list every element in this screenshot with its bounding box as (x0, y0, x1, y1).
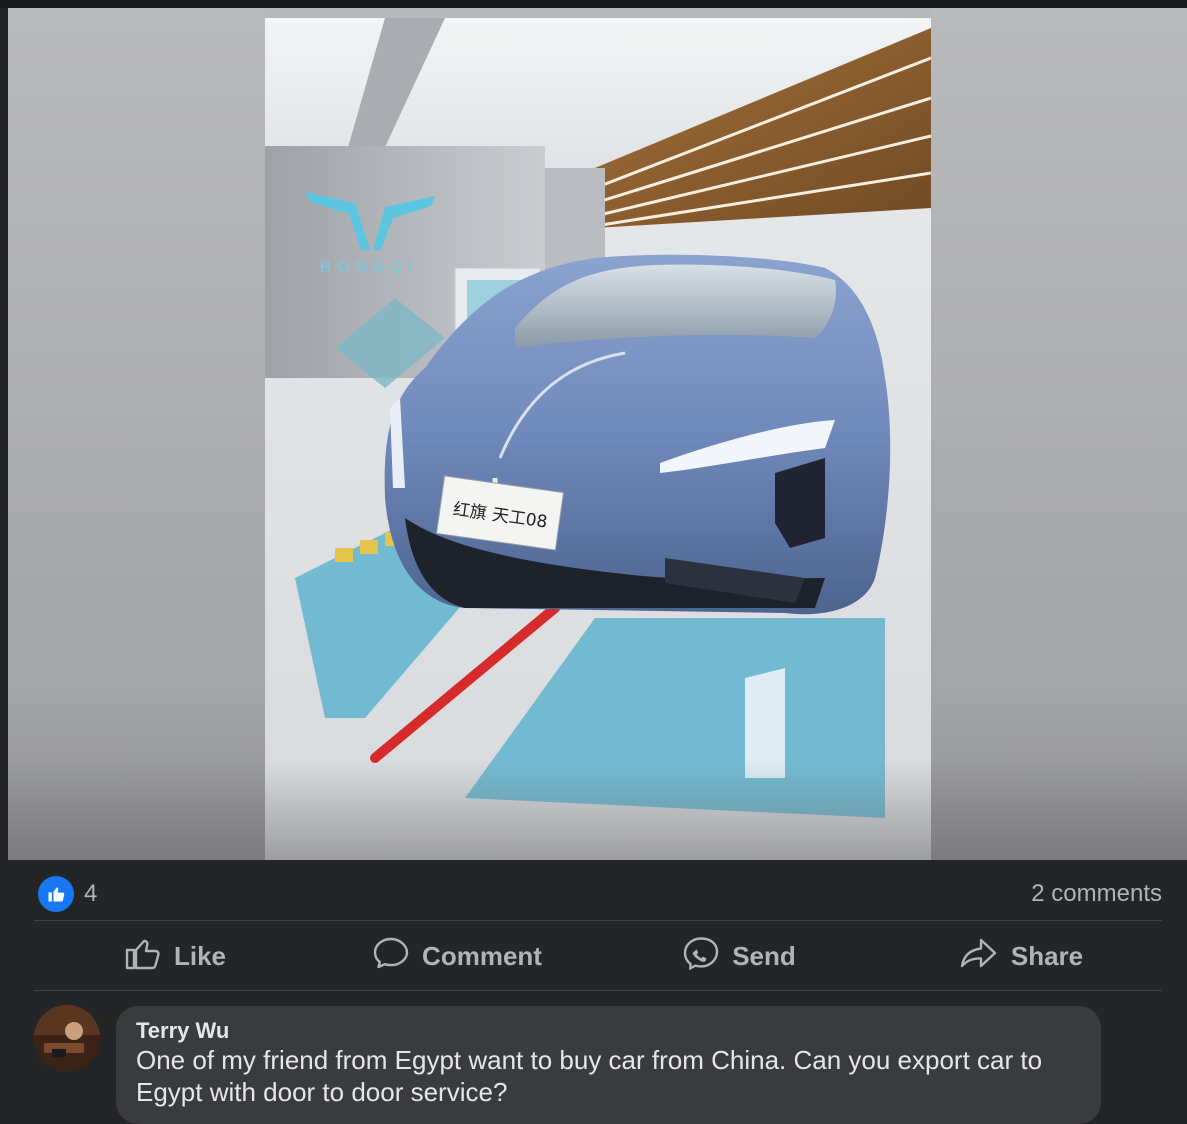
comment-label: Comment (422, 940, 542, 971)
comments-count-link[interactable]: 2 comments (1031, 880, 1162, 908)
like-reaction-icon (38, 876, 74, 912)
reaction-count: 4 (84, 880, 98, 907)
media-bottom-shade (8, 760, 1187, 860)
car-showroom-photo[interactable]: HONGQI 红旗 天工08 (265, 18, 931, 860)
messenger-icon (682, 936, 720, 977)
share-arrow-icon (959, 936, 999, 977)
send-label: Send (732, 940, 796, 971)
share-button[interactable]: Share (880, 936, 1162, 977)
like-button[interactable]: Like (34, 936, 316, 977)
comment-button[interactable]: Comment (316, 936, 598, 977)
reaction-stats-bar: 4 2 comments (38, 876, 1162, 912)
reaction-summary[interactable]: 4 (38, 876, 97, 912)
like-label: Like (173, 940, 227, 971)
hongqi-logo-text: HONGQI (320, 258, 418, 276)
commenter-avatar[interactable] (34, 1005, 100, 1071)
actions-divider (34, 990, 1162, 991)
media-letterbox-left (8, 8, 265, 860)
post-media[interactable]: HONGQI 红旗 天工08 (8, 8, 1187, 860)
top-bar (0, 0, 1187, 8)
commenter-name[interactable]: Terry Wu (136, 1018, 229, 1044)
comment-bubble-icon (372, 936, 410, 977)
media-letterbox-right (930, 8, 1187, 860)
post-action-bar: Like Comment Send Share (34, 925, 1162, 987)
comment-text: One of my friend from Egypt want to buy … (136, 1045, 1043, 1107)
comment-item: Terry Wu One of my friend from Egypt wan… (34, 1005, 1187, 1124)
comment-bubble: Terry Wu One of my friend from Egypt wan… (116, 1006, 1101, 1124)
thumbs-up-icon (124, 936, 162, 977)
stats-divider (34, 920, 1162, 921)
send-button[interactable]: Send (598, 936, 880, 977)
share-label: Share (1010, 940, 1084, 971)
